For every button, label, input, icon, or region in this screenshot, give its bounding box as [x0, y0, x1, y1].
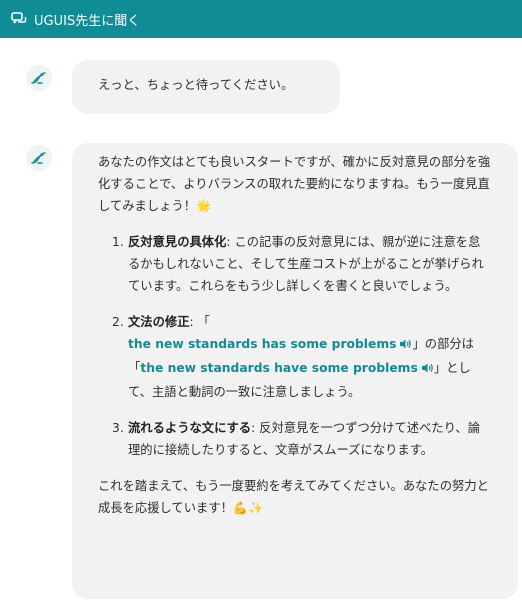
item-title: 文法の修正: [128, 315, 190, 329]
speaker-icon[interactable]: [399, 335, 412, 357]
item-pre: : 「: [189, 315, 210, 329]
assistant-message: えっと、ちょっと待ってください。: [72, 60, 340, 114]
assistant-message: あなたの作文はとても良いスタートですが、確かに反対意見の部分を強化することで、よ…: [72, 143, 518, 599]
speaker-icon[interactable]: [421, 359, 434, 381]
chat-bubbles-icon: [10, 10, 28, 28]
item-title: 流れるような文にする: [128, 421, 252, 435]
list-item: 3. 流れるような文にする: 反対意見を一つずつ分けて述べたり、論理的に接続した…: [98, 417, 492, 461]
item-number: 2.: [112, 315, 124, 329]
message-text: えっと、ちょっと待ってください。: [98, 78, 294, 92]
item-title: 反対意見の具体化: [128, 235, 227, 249]
bird-avatar-icon: [26, 145, 52, 171]
wrong-phrase-link[interactable]: the new standards has some problems: [128, 337, 412, 351]
chat-header: UGUIS先生に聞く: [0, 0, 522, 38]
item-number: 3.: [112, 421, 124, 435]
message-outro: これを踏まえて、もう一度要約を考えてみてください。あなたの努力と成長を応援してい…: [98, 479, 489, 515]
message-intro: あなたの作文はとても良いスタートですが、確かに反対意見の部分を強化することで、よ…: [98, 155, 491, 213]
advice-list: 1. 反対意見の具体化: この記事の反対意見には、親が逆に注意を怠るかもしれない…: [98, 231, 492, 461]
header-title: UGUIS先生に聞く: [34, 13, 141, 29]
correct-phrase-link[interactable]: the new standards have some problems: [140, 361, 434, 375]
bird-avatar-icon: [26, 65, 52, 91]
item-number: 1.: [112, 235, 124, 249]
list-item: 2. 文法の修正: 「 the new standards has some p…: [98, 311, 492, 403]
list-item: 1. 反対意見の具体化: この記事の反対意見には、親が逆に注意を怠るかもしれない…: [98, 231, 492, 297]
